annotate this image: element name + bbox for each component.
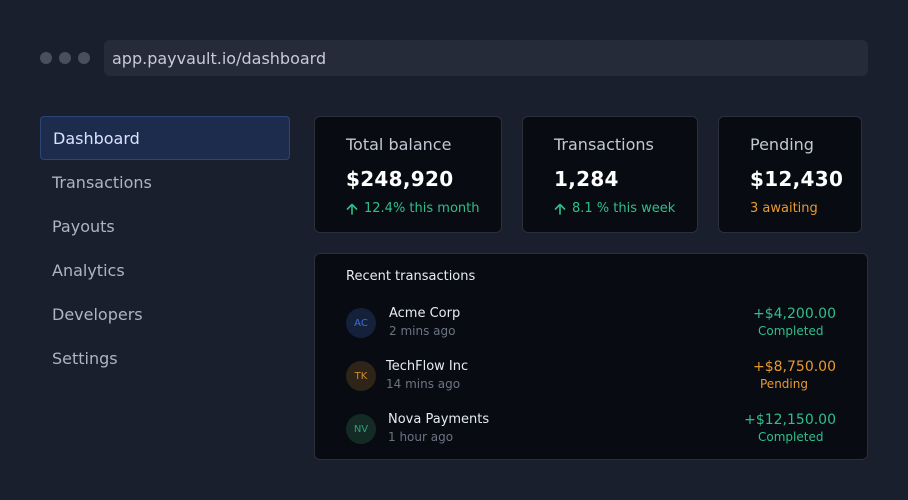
balance-change-text: 12.4% this month [364, 201, 480, 216]
sidebar-item-label: Payouts [52, 216, 115, 236]
sidebar: Dashboard Transactions Payouts Analytics… [40, 116, 290, 380]
total-balance-value: $248,920 [346, 167, 454, 191]
transactions-change-text: 8.1 % this week [572, 201, 676, 216]
transaction-status: Completed [758, 324, 824, 338]
sidebar-item-label: Analytics [52, 260, 125, 280]
transaction-row[interactable]: TK TechFlow Inc 14 mins ago +$8,750.00 P… [315, 359, 867, 399]
pending-note-text: 3 awaiting [750, 201, 818, 216]
arrow-up-icon [346, 203, 358, 215]
sidebar-item-dashboard[interactable]: Dashboard [40, 116, 290, 160]
sidebar-item-label: Dashboard [53, 128, 140, 148]
transaction-status: Completed [758, 430, 824, 444]
avatar: NV [346, 414, 376, 444]
transactions-change: 8.1 % this week [554, 201, 697, 216]
avatar: TK [346, 361, 376, 391]
transaction-amount: +$8,750.00 [753, 359, 836, 375]
transaction-amount: +$12,150.00 [744, 412, 836, 428]
pending-note: 3 awaiting [750, 201, 861, 216]
sidebar-item-analytics[interactable]: Analytics [40, 248, 290, 292]
sidebar-item-label: Transactions [52, 172, 152, 192]
transaction-name: Nova Payments [388, 412, 490, 427]
transaction-row[interactable]: NV Nova Payments 1 hour ago +$12,150.00 … [315, 412, 867, 452]
url-text: app.payvault.io/dashboard [112, 48, 327, 68]
arrow-up-icon [554, 203, 566, 215]
sidebar-item-label: Settings [52, 348, 118, 368]
transaction-time: 1 hour ago [388, 430, 454, 444]
window-controls [40, 52, 90, 64]
avatar-initials: TK [354, 370, 368, 382]
sidebar-item-label: Developers [52, 304, 143, 324]
total-balance-card: Total balance $248,920 12.4% this month [314, 116, 502, 233]
transaction-name: Acme Corp [389, 306, 461, 321]
pending-value: $12,430 [750, 167, 844, 191]
card-label: Transactions [554, 135, 654, 154]
sidebar-item-payouts[interactable]: Payouts [40, 204, 290, 248]
transactions-card: Transactions 1,284 8.1 % this week [522, 116, 698, 233]
balance-change: 12.4% this month [346, 201, 501, 216]
sidebar-item-transactions[interactable]: Transactions [40, 160, 290, 204]
transaction-status: Pending [760, 377, 808, 391]
sidebar-item-settings[interactable]: Settings [40, 336, 290, 380]
avatar: AC [346, 308, 376, 338]
transaction-name: TechFlow Inc [386, 359, 469, 374]
recent-transactions-panel: Recent transactions AC Acme Corp 2 mins … [314, 253, 868, 460]
window-control-dot[interactable] [59, 52, 71, 64]
window-control-dot[interactable] [78, 52, 90, 64]
panel-title: Recent transactions [346, 269, 476, 284]
sidebar-item-developers[interactable]: Developers [40, 292, 290, 336]
window-control-dot[interactable] [40, 52, 52, 64]
avatar-initials: NV [353, 423, 369, 435]
transaction-time: 14 mins ago [386, 377, 461, 391]
pending-card: Pending $12,430 3 awaiting [718, 116, 862, 233]
card-label: Total balance [346, 135, 452, 154]
avatar-initials: AC [354, 317, 368, 329]
transactions-count: 1,284 [554, 167, 619, 191]
transaction-row[interactable]: AC Acme Corp 2 mins ago +$4,200.00 Compl… [315, 306, 867, 346]
address-bar[interactable]: app.payvault.io/dashboard [104, 40, 868, 76]
transaction-amount: +$4,200.00 [753, 306, 836, 322]
card-label: Pending [750, 135, 814, 154]
transaction-time: 2 mins ago [389, 324, 456, 338]
